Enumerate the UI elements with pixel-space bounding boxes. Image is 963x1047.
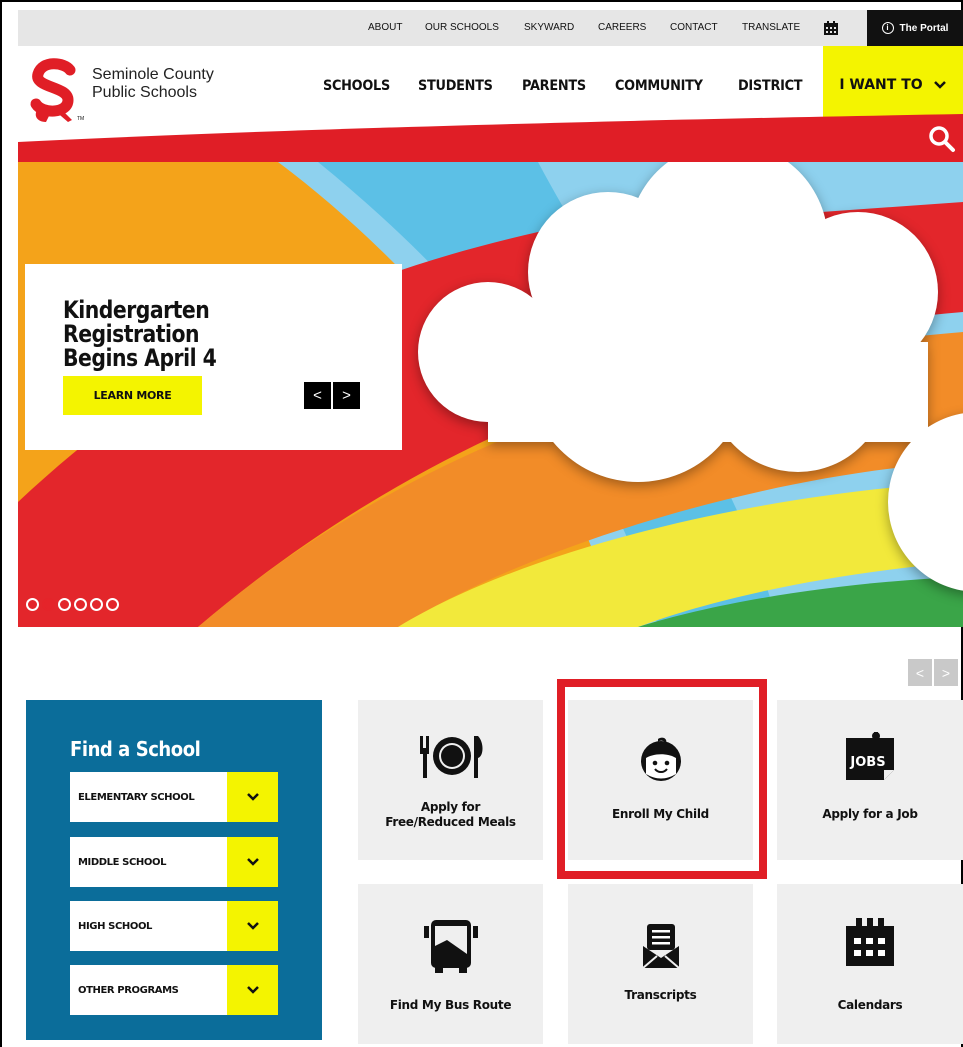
- other-programs-select[interactable]: OTHER PROGRAMS: [70, 965, 278, 1015]
- hero-headline-line-2: Begins April 4: [63, 344, 217, 372]
- quick-links-prev-button[interactable]: <: [908, 659, 932, 686]
- tile-label: Transcripts: [624, 988, 697, 1002]
- find-a-school-panel: Find a School ELEMENTARY SCHOOL MIDDLE S…: [26, 700, 322, 1040]
- slide-indicators: [26, 598, 119, 611]
- quick-links-next-button[interactable]: >: [934, 659, 958, 686]
- select-label: OTHER PROGRAMS: [78, 984, 179, 996]
- tile-label: Calendars: [837, 998, 903, 1012]
- scps-logo[interactable]: [28, 58, 80, 122]
- tile-calendars[interactable]: Calendars: [777, 884, 963, 1044]
- nav-students[interactable]: STUDENTS: [418, 78, 493, 94]
- find-a-school-title: Find a School: [70, 737, 201, 761]
- brand-name[interactable]: Seminole County Public Schools: [92, 66, 214, 102]
- brand-line-1: Seminole County: [92, 66, 214, 83]
- portal-button[interactable]: i The Portal: [867, 10, 963, 46]
- hero-headline-line-1: Kindergarten Registration: [63, 296, 210, 348]
- jobs-icon-text: JOBS: [849, 755, 885, 770]
- select-label: HIGH SCHOOL: [78, 920, 153, 932]
- brand-line-2: Public Schools: [92, 84, 197, 101]
- slide-dot[interactable]: [74, 598, 87, 611]
- chevron-down-icon: [227, 837, 278, 887]
- high-school-select[interactable]: HIGH SCHOOL: [70, 901, 278, 951]
- nav-parents[interactable]: PARENTS: [522, 78, 586, 94]
- i-want-to-button[interactable]: I WANT TO: [823, 46, 963, 124]
- nav-schools[interactable]: SCHOOLS: [323, 78, 390, 94]
- calendar-icon: [846, 918, 894, 966]
- hero-slide-card: Kindergarten Registration Begins April 4…: [25, 264, 402, 450]
- bus-icon: [423, 920, 478, 973]
- tile-label-line-1: Apply for: [420, 800, 481, 814]
- jobs-icon: JOBS: [846, 732, 894, 780]
- i-want-to-label: I WANT TO: [839, 77, 923, 93]
- tile-label: Find My Bus Route: [389, 998, 512, 1012]
- util-link-about[interactable]: ABOUT: [368, 10, 402, 46]
- hero-arrows: < >: [304, 382, 360, 409]
- select-label: MIDDLE SCHOOL: [78, 856, 167, 868]
- nav-community[interactable]: COMMUNITY: [615, 78, 703, 94]
- util-link-skyward[interactable]: SKYWARD: [524, 10, 574, 46]
- quick-links-arrows: < >: [908, 659, 958, 686]
- select-label: ELEMENTARY SCHOOL: [78, 791, 195, 803]
- tile-label: Apply for Free/Reduced Meals: [358, 800, 543, 830]
- tile-find-my-bus-route[interactable]: Find My Bus Route: [358, 884, 543, 1044]
- envelope-document-icon: [641, 924, 680, 969]
- slide-dot[interactable]: [58, 598, 71, 611]
- chevron-down-icon: [227, 772, 278, 822]
- tile-apply-for-job[interactable]: JOBS Apply for a Job: [777, 700, 963, 860]
- site-header: Seminole County Public Schools TM SCHOOL…: [18, 46, 963, 124]
- nav-district[interactable]: DISTRICT: [738, 78, 803, 94]
- red-swoosh-divider: [18, 114, 963, 164]
- tile-label: Apply for a Job: [822, 807, 918, 821]
- hero-headline: Kindergarten Registration Begins April 4: [63, 298, 344, 370]
- tile-label-line-2: Free/Reduced Meals: [385, 815, 516, 829]
- calendar-icon[interactable]: [824, 21, 838, 40]
- meal-icon: [419, 736, 482, 778]
- tile-free-reduced-meals[interactable]: Apply for Free/Reduced Meals: [358, 700, 543, 860]
- elementary-school-select[interactable]: ELEMENTARY SCHOOL: [70, 772, 278, 822]
- slide-dot[interactable]: [106, 598, 119, 611]
- learn-more-button[interactable]: LEARN MORE: [63, 376, 202, 415]
- util-link-contact[interactable]: CONTACT: [670, 10, 718, 46]
- chevron-down-icon: [227, 965, 278, 1015]
- util-link-careers[interactable]: CAREERS: [598, 10, 646, 46]
- utility-bar: ABOUT OUR SCHOOLS SKYWARD CAREERS CONTAC…: [18, 10, 963, 46]
- portal-label: The Portal: [899, 22, 949, 34]
- slide-dot-active[interactable]: [42, 598, 55, 611]
- util-link-our-schools[interactable]: OUR SCHOOLS: [425, 10, 499, 46]
- slide-dot[interactable]: [26, 598, 39, 611]
- util-link-translate[interactable]: TRANSLATE: [742, 10, 800, 46]
- slide-dot[interactable]: [90, 598, 103, 611]
- tile-transcripts[interactable]: Transcripts: [568, 884, 753, 1044]
- highlight-box: [557, 679, 767, 879]
- chevron-down-icon: [933, 81, 946, 89]
- chevron-down-icon: [227, 901, 278, 951]
- hero-next-button[interactable]: >: [333, 382, 360, 409]
- search-icon[interactable]: [927, 124, 957, 154]
- middle-school-select[interactable]: MIDDLE SCHOOL: [70, 837, 278, 887]
- user-icon: i: [881, 22, 894, 34]
- hero-prev-button[interactable]: <: [304, 382, 331, 409]
